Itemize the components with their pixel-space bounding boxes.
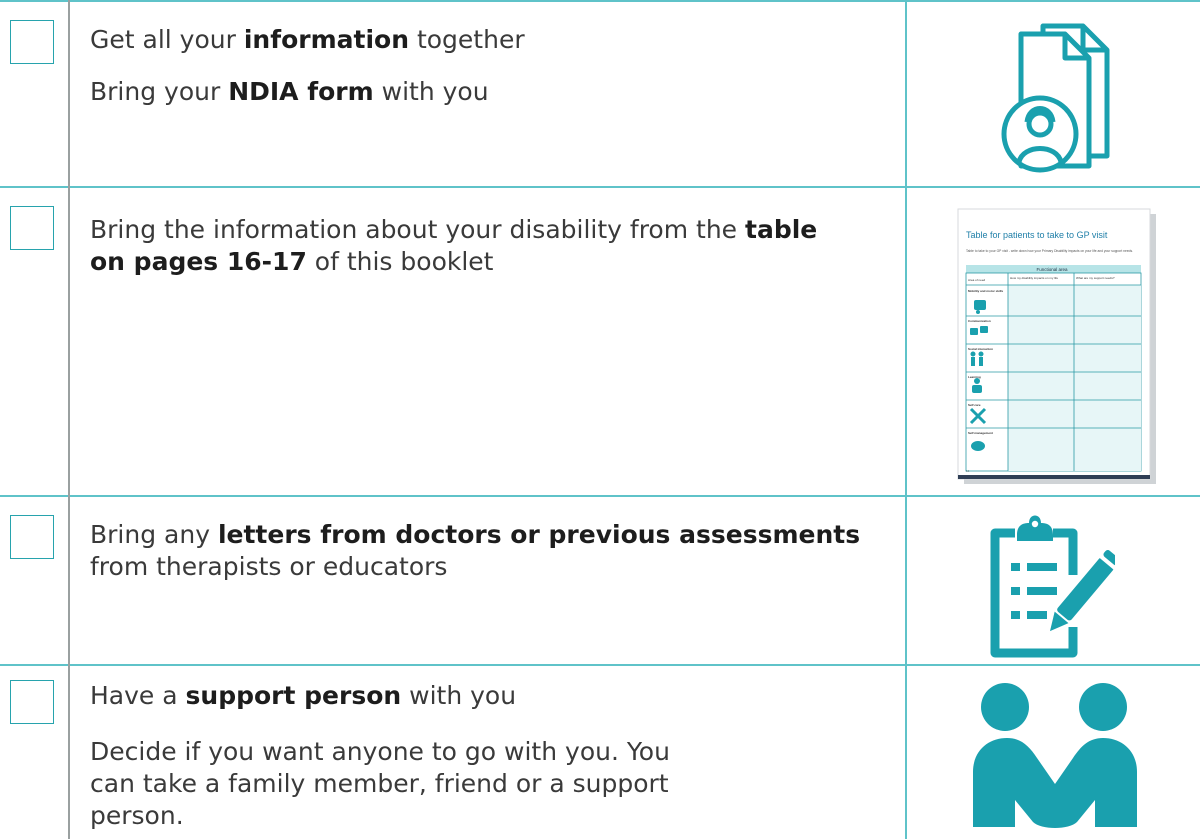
text-pre: Bring the information about your disabil… xyxy=(90,215,745,244)
thumbnail-area: Self management xyxy=(968,431,993,435)
checklist-row-letters: Bring any letters from doctors or previo… xyxy=(0,495,1200,664)
text-post: from therapists or educators xyxy=(90,552,448,581)
text-pre: Bring your xyxy=(90,77,229,106)
text-line: Bring your NDIA form with you xyxy=(90,76,880,108)
row-text: Have a support person with you Decide if… xyxy=(90,680,880,832)
text-line: Decide if you want anyone to go with you… xyxy=(90,736,690,832)
text-pre: Bring any xyxy=(90,520,218,549)
text-pre: Get all your xyxy=(90,25,244,54)
thumbnail-page-number: 16 xyxy=(966,469,970,473)
row-text: Bring the information about your disabil… xyxy=(90,214,820,278)
checklist-row-support-person: Have a support person with you Decide if… xyxy=(0,664,1200,839)
checklist-row-information: Get all your information together Bring … xyxy=(0,0,1200,186)
thumbnail-title: Table for patients to take to GP visit xyxy=(966,230,1108,240)
text-bold: support person xyxy=(185,681,402,710)
text-para: Bring the information about your disabil… xyxy=(90,214,820,278)
thumbnail-area: Mobility and motor skills xyxy=(968,289,1004,293)
text-line: Get all your information together xyxy=(90,24,880,56)
table-page-thumbnail: Table for patients to take to GP visit T… xyxy=(957,208,1156,484)
two-people-icon xyxy=(973,683,1137,828)
checklist-table: Get all your information together Bring … xyxy=(0,0,1200,839)
text-pre: Decide if you want anyone to go with you… xyxy=(90,737,670,830)
text-bold: letters from doctors or previous assessm… xyxy=(217,520,861,549)
checklist-row-table: Bring the information about your disabil… xyxy=(0,186,1200,495)
checkbox[interactable] xyxy=(10,206,54,250)
text-post: of this booklet xyxy=(306,247,494,276)
text-pre: Have a xyxy=(90,681,186,710)
thumbnail-col: Area of need xyxy=(968,278,986,282)
text-bold: information xyxy=(243,25,409,54)
checkbox[interactable] xyxy=(10,680,54,724)
text-post: together xyxy=(409,25,525,54)
thumbnail-col: How my disability impacts on my life xyxy=(1010,276,1058,280)
text-post: with you xyxy=(373,77,489,106)
thumbnail-intro: Table to take to your GP visit - write d… xyxy=(966,249,1133,253)
thumbnail-area: Communication xyxy=(968,319,991,323)
text-para: Bring any letters from doctors or previo… xyxy=(90,519,880,583)
checkbox[interactable] xyxy=(10,515,54,559)
thumbnail-area: Social interaction xyxy=(968,347,993,351)
thumbnail-section: Functional area xyxy=(1036,267,1068,272)
text-line: Have a support person with you xyxy=(90,680,880,712)
text-post: with you xyxy=(401,681,517,710)
checkbox[interactable] xyxy=(10,20,54,64)
documents-person-icon xyxy=(1001,23,1110,173)
clipboard-pen-icon xyxy=(990,515,1115,658)
row-text: Get all your information together Bring … xyxy=(90,24,880,108)
thumbnail-col: What are my support needs? xyxy=(1076,276,1115,280)
thumbnail-area: Self care xyxy=(968,403,981,407)
row-text: Bring any letters from doctors or previo… xyxy=(90,519,880,583)
thumbnail-area: Learning xyxy=(968,375,981,379)
text-bold: NDIA form xyxy=(228,77,374,106)
